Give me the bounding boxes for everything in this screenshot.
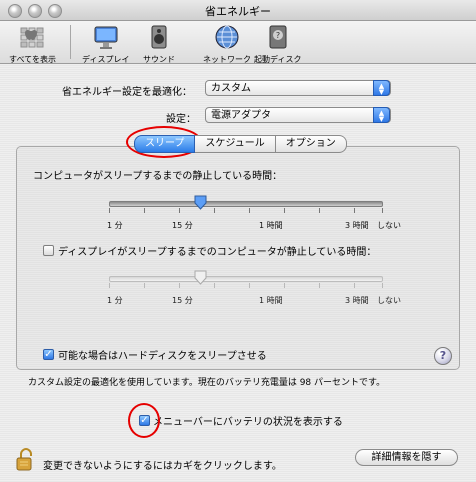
slider-tick	[354, 208, 355, 213]
globe-icon	[213, 23, 241, 51]
popup-arrows-icon: ▲ ▼	[373, 80, 390, 96]
display-pref-button[interactable]: ディスプレイ	[82, 23, 129, 65]
tab-options[interactable]: オプション	[275, 135, 347, 153]
disk-icon: ?	[264, 23, 292, 51]
slider-tick	[382, 208, 383, 213]
slider-tick	[144, 208, 145, 213]
speaker-icon	[145, 23, 173, 51]
slider-tick	[284, 208, 285, 213]
hide-details-button[interactable]: 詳細情報を隠す	[355, 449, 458, 466]
scale-label-1m: 1 分	[107, 296, 123, 305]
scale-label-1m: 1 分	[107, 221, 123, 230]
slider-tick	[249, 208, 250, 213]
tab-sleep[interactable]: スリープ	[134, 135, 196, 153]
energy-saver-window: 省エネルギー すべてを表示 ディスプレイ サウンド ネットワーク ? 起動ディス…	[0, 0, 476, 482]
slider-tick	[249, 283, 250, 288]
slider-tick	[179, 283, 180, 288]
optimize-popup[interactable]: カスタム ▲ ▼	[205, 80, 391, 96]
scale-label-never: しない	[377, 296, 401, 305]
slider-tick	[284, 283, 285, 288]
disk-sleep-checkbox[interactable]: ✓	[43, 349, 54, 360]
computer-sleep-label: コンピュータがスリープするまでの静止している時間：	[33, 171, 283, 182]
settings-tabs: スリープ スケジュール オプション	[134, 135, 347, 153]
display-icon	[92, 23, 120, 51]
scale-label-15m: 15 分	[172, 296, 193, 305]
popup-arrows-icon: ▲ ▼	[373, 107, 390, 123]
display-sleep-slider-thumb[interactable]	[194, 270, 207, 285]
scale-label-15m: 15 分	[172, 221, 193, 230]
scale-label-1h: 1 時間	[259, 221, 283, 230]
network-pref-button[interactable]: ネットワーク	[203, 23, 251, 65]
computer-sleep-slider-track[interactable]	[109, 201, 383, 207]
slider-tick	[319, 283, 320, 288]
computer-slider-ticks	[109, 208, 383, 214]
title-bar: 省エネルギー	[0, 0, 476, 21]
help-button[interactable]: ?	[434, 347, 452, 365]
slider-tick	[214, 283, 215, 288]
scale-label-1h: 1 時間	[259, 296, 283, 305]
optimize-value: カスタム	[211, 83, 251, 94]
red-annotation-ellipse	[128, 403, 160, 438]
slider-tick	[109, 208, 110, 213]
display-sleep-label: ディスプレイがスリープするまでのコンピュータが静止している時間：	[58, 247, 377, 258]
startup-disk-pref-button[interactable]: ? 起動ディスク	[254, 23, 301, 65]
settings-tab-panel: コンピュータがスリープするまでの静止している時間： 1 分 15 分 1 時間 …	[16, 146, 460, 370]
computer-sleep-slider-thumb[interactable]	[194, 195, 207, 210]
window-title: 省エネルギー	[205, 5, 271, 18]
optimize-label: 省エネルギー設定を最適化：	[62, 87, 192, 98]
lock-icon[interactable]	[15, 448, 36, 472]
show-all-button[interactable]: すべてを表示	[9, 23, 56, 65]
sound-pref-button[interactable]: サウンド	[143, 23, 175, 65]
slider-tick	[354, 283, 355, 288]
slider-tick	[214, 208, 215, 213]
toolbar-separator	[70, 25, 71, 59]
display-sleep-checkbox[interactable]	[43, 245, 54, 256]
slider-tick	[179, 208, 180, 213]
slider-tick	[109, 283, 110, 288]
display-sleep-slider-track[interactable]	[109, 276, 383, 282]
slider-tick	[319, 208, 320, 213]
scale-label-3h: 3 時間	[345, 221, 369, 230]
slider-tick	[382, 283, 383, 288]
tab-schedule[interactable]: スケジュール	[195, 135, 276, 153]
scale-label-never: しない	[377, 221, 401, 230]
battery-status-text: カスタム設定の最適化を使用しています。現在のバッテリ充電量は 98 パーセントで…	[28, 378, 386, 388]
lock-message: 変更できないようにするにはカギをクリックします。	[43, 461, 282, 472]
display-slider-ticks	[109, 283, 383, 289]
preferences-toolbar: すべてを表示 ディスプレイ サウンド ネットワーク ? 起動ディスク	[0, 21, 476, 64]
disk-sleep-label: 可能な場合はハードディスクをスリープさせる	[58, 351, 267, 362]
scale-label-3h: 3 時間	[345, 296, 369, 305]
slider-tick	[144, 283, 145, 288]
setting-value: 電源アダプタ	[211, 110, 271, 121]
setting-label: 設定：	[166, 114, 196, 125]
svg-text:?: ?	[276, 31, 280, 40]
apple-icon	[18, 23, 46, 51]
setting-popup[interactable]: 電源アダプタ ▲ ▼	[205, 107, 391, 123]
menu-battery-label: メニューバーにバッテリの状況を表示する	[153, 417, 343, 428]
